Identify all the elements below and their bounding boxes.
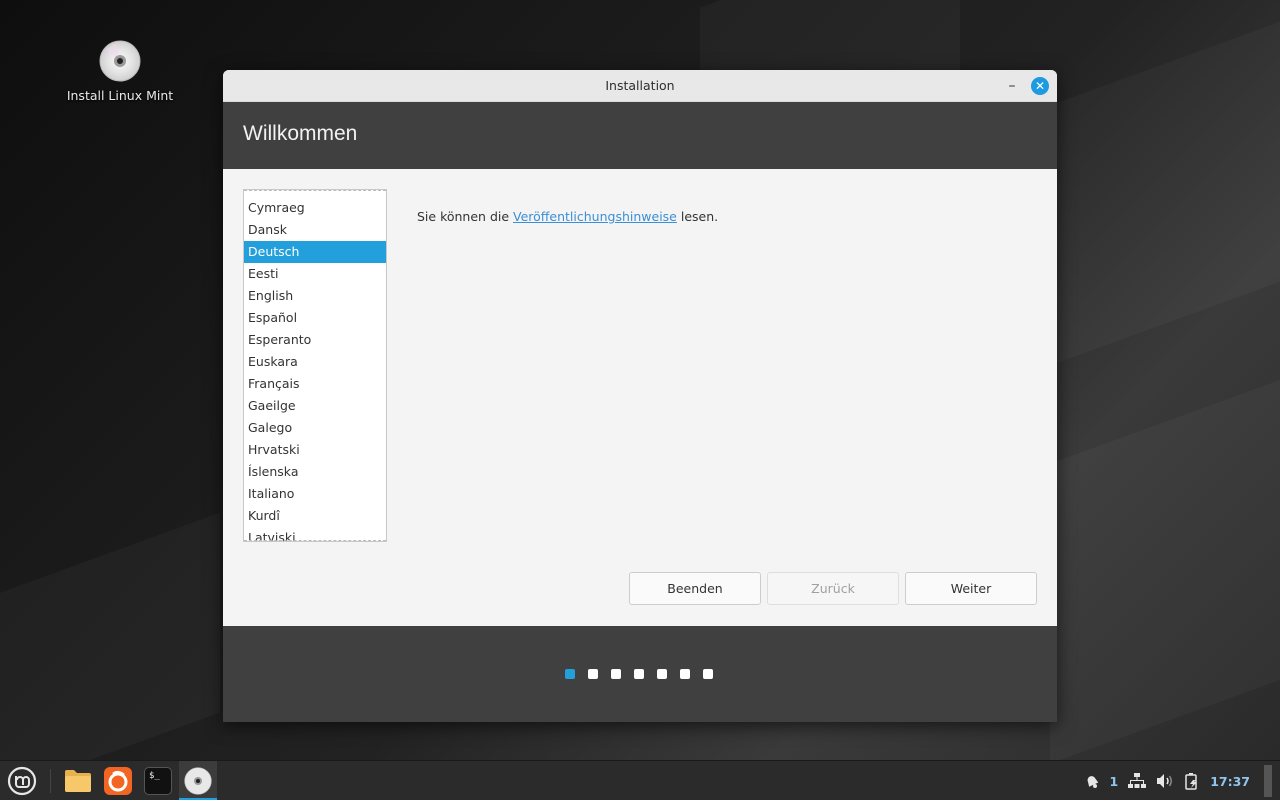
language-item[interactable]: Esperanto [244, 329, 386, 351]
terminal-glyph: $_ [149, 771, 160, 781]
language-item[interactable]: Eesti [244, 263, 386, 285]
firefox-icon [104, 767, 132, 795]
progress-step-5 [657, 669, 667, 679]
minimize-button[interactable]: – [1003, 76, 1021, 96]
desktop-icon-install-linux-mint[interactable]: Install Linux Mint [60, 40, 180, 103]
taskbar-firefox[interactable] [100, 761, 136, 800]
language-item[interactable]: Español [244, 307, 386, 329]
progress-step-1 [565, 669, 575, 679]
language-item[interactable]: Deutsch [244, 241, 386, 263]
window-title: Installation [605, 78, 675, 93]
language-items: ČeštinaCymraegDanskDeutschEestiEnglishEs… [244, 190, 386, 541]
progress-step-4 [634, 669, 644, 679]
taskbar-files[interactable] [60, 761, 96, 800]
content-area: ČeštinaCymraegDanskDeutschEestiEnglishEs… [223, 169, 1057, 626]
release-notes-text: Sie können die Veröffentlichungshinweise… [417, 209, 718, 224]
folder-icon [65, 770, 91, 792]
release-notes-link[interactable]: Veröffentlichungshinweise [513, 209, 677, 224]
page-title: Willkommen [243, 122, 358, 145]
battery-power-icon[interactable] [1184, 772, 1200, 790]
cd-disc-icon [184, 767, 212, 795]
installer-window: Installation – ✕ Willkommen ČeštinaCymra… [223, 70, 1057, 722]
progress-step-7 [703, 669, 713, 679]
back-button: Zurück [767, 572, 899, 605]
release-notes-prefix: Sie können die [417, 209, 514, 224]
progress-step-3 [611, 669, 621, 679]
language-list[interactable]: ČeštinaCymraegDanskDeutschEestiEnglishEs… [243, 189, 387, 542]
taskbar-separator [50, 769, 51, 793]
notifications-count: 1 [1109, 773, 1119, 789]
language-item[interactable]: Euskara [244, 351, 386, 373]
scroll-edge-top [244, 190, 386, 191]
scroll-edge-bottom [244, 540, 386, 541]
system-tray: 1 17:37 [1084, 761, 1280, 800]
progress-step-2 [588, 669, 598, 679]
minimize-icon: – [1008, 78, 1016, 94]
menu-button[interactable] [4, 761, 40, 800]
close-button[interactable]: ✕ [1031, 77, 1049, 95]
language-item[interactable]: Français [244, 373, 386, 395]
clock[interactable]: 17:37 [1210, 774, 1250, 789]
page-header: Willkommen [223, 102, 1057, 169]
next-button[interactable]: Weiter [905, 572, 1037, 605]
language-item[interactable]: Dansk [244, 219, 386, 241]
cd-disc-icon [99, 40, 141, 82]
notifications-icon[interactable] [1084, 773, 1100, 789]
window-titlebar[interactable]: Installation – ✕ [223, 70, 1057, 102]
taskbar: $_ 1 17:37 [0, 760, 1280, 800]
language-item[interactable]: Italiano [244, 483, 386, 505]
release-notes-suffix: lesen. [676, 209, 719, 224]
language-item[interactable]: Kurdî [244, 505, 386, 527]
close-icon: ✕ [1034, 79, 1046, 93]
language-item[interactable]: Cymraeg [244, 197, 386, 219]
volume-icon[interactable] [1156, 773, 1174, 789]
desktop-icon-label: Install Linux Mint [66, 88, 174, 103]
language-item[interactable]: Gaeilge [244, 395, 386, 417]
language-item[interactable]: English [244, 285, 386, 307]
taskbar-terminal[interactable]: $_ [140, 761, 176, 800]
network-icon[interactable] [1128, 773, 1147, 789]
terminal-icon: $_ [144, 767, 172, 795]
language-item[interactable]: Galego [244, 417, 386, 439]
progress-footer [223, 626, 1057, 722]
language-item[interactable]: Íslenska [244, 461, 386, 483]
progress-dots [565, 669, 713, 679]
taskbar-installer[interactable] [179, 761, 217, 800]
quit-button[interactable]: Beenden [629, 572, 761, 605]
linux-mint-menu-icon [7, 766, 37, 796]
language-item[interactable]: Hrvatski [244, 439, 386, 461]
progress-step-6 [680, 669, 690, 679]
show-desktop-button[interactable] [1264, 765, 1272, 797]
